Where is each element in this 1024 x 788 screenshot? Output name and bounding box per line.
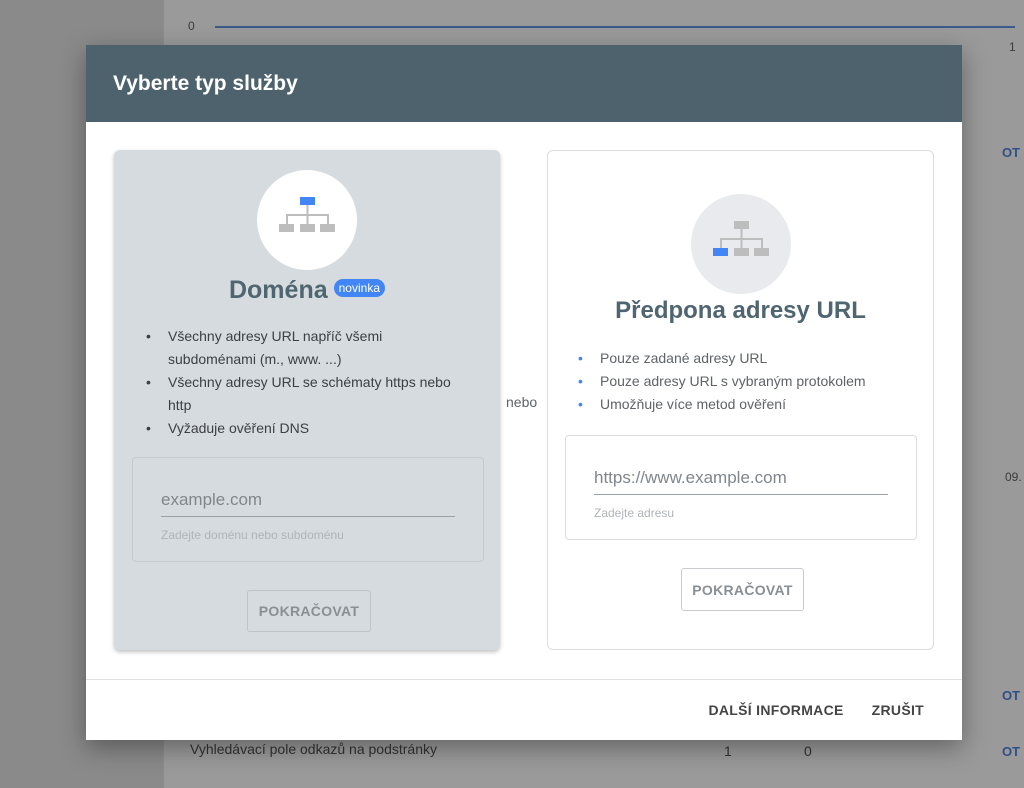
domain-feature-list: Všechny adresy URL napříč všemi subdomén… [146, 325, 472, 440]
domain-hierarchy-icon [257, 170, 357, 270]
background-link: OT [1001, 688, 1020, 703]
background-table-cell: 0 [804, 743, 812, 759]
domain-title-text: Doména [228, 276, 328, 304]
domain-input-box: Zadejte doménu nebo subdoménu [132, 457, 484, 562]
url-prefix-card[interactable]: Předpona adresy URL Pouze zadané adresy … [547, 150, 934, 650]
background-table-cell: 1 [724, 743, 732, 759]
chart-line [215, 26, 1015, 28]
url-input[interactable] [594, 464, 888, 495]
url-prefix-title: Předpona adresy URL [615, 297, 866, 324]
cancel-button[interactable]: ZRUŠIT [872, 702, 924, 718]
dialog-title: Vyberte typ služby [113, 71, 298, 95]
domain-input[interactable] [161, 486, 455, 517]
background-link: OT [1001, 744, 1020, 759]
list-item: Pouze zadané adresy URL [578, 347, 913, 370]
chart-axis-zero: 0 [188, 19, 195, 33]
url-prefix-hierarchy-icon [691, 194, 791, 294]
domain-continue-button[interactable]: POKRAČOVAT [247, 590, 371, 632]
url-continue-button[interactable]: POKRAČOVAT [681, 568, 804, 611]
more-info-button[interactable]: DALŠÍ INFORMACE [708, 702, 843, 718]
chart-date-label: 09. [1005, 470, 1022, 484]
chart-axis-label: 1 [1009, 40, 1016, 54]
url-helper-text: Zadejte adresu [594, 506, 675, 520]
dialog-header: Vyberte typ služby [86, 45, 962, 122]
property-type-dialog: Vyberte typ služby Doména novinka Všechny… [86, 45, 962, 740]
list-item: Pouze adresy URL s vybraným protokolem [578, 370, 913, 393]
background-table-row-label: Vyhledávací pole odkazů na podstránky [190, 741, 437, 757]
new-badge: novinka [333, 279, 385, 298]
list-item: Všechny adresy URL se schématy https neb… [146, 371, 472, 417]
dialog-footer: DALŠÍ INFORMACE ZRUŠIT [86, 679, 962, 740]
or-separator: nebo [506, 394, 538, 410]
list-item: Všechny adresy URL napříč všemi subdomén… [146, 325, 472, 371]
domain-helper-text: Zadejte doménu nebo subdoménu [161, 528, 344, 542]
url-prefix-feature-list: Pouze zadané adresy URL Pouze adresy URL… [578, 347, 913, 416]
list-item: Vyžaduje ověření DNS [146, 417, 472, 440]
list-item: Umožňuje více metod ověření [578, 393, 913, 416]
domain-title: Doména novinka [114, 276, 500, 305]
url-input-box: Zadejte adresu [565, 435, 917, 540]
domain-card[interactable]: Doména novinka Všechny adresy URL napříč … [114, 150, 500, 650]
background-link: OT [1001, 145, 1020, 160]
